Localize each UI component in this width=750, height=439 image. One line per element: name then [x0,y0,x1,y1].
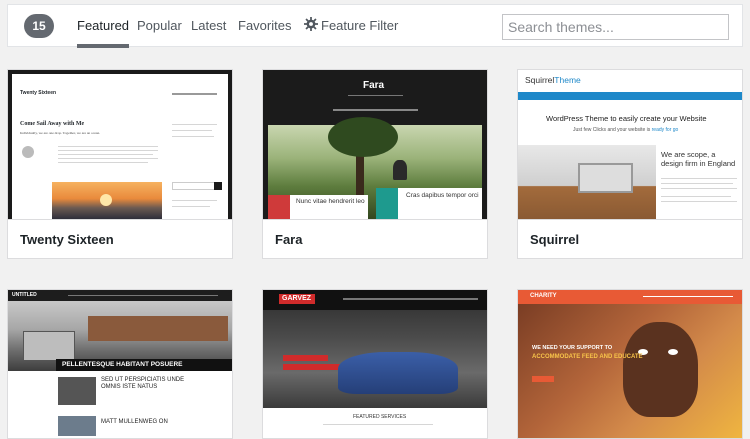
tab-favorites[interactable]: Favorites [238,18,291,48]
preview-nav [643,296,733,297]
avatar [22,146,34,158]
search-themes-input[interactable] [502,14,729,40]
eye [668,349,678,355]
theme-card-garvez[interactable]: GARVEZ FEATURED SERVICES [262,289,488,439]
preview-thumb [58,416,96,436]
gear-icon[interactable] [304,17,318,31]
theme-filter-bar: 15 Featured Popular Latest Favorites Fea… [7,4,743,48]
preview-subline: Just few Clicks and your website is read… [573,127,679,133]
theme-name: Twenty Sixteen [20,232,114,247]
preview-button [283,364,343,370]
preview-search-button [214,182,222,190]
train [23,331,75,361]
preview-text [58,162,148,163]
theme-name-bar[interactable]: Squirrel [518,219,742,258]
preview-text [661,183,733,184]
preview-logo: UNTITLED [12,292,37,298]
theme-card-fara[interactable]: Fara Nunc vitae hendrerit leo Cras dapib… [262,69,488,259]
theme-screenshot[interactable]: Fara Nunc vitae hendrerit leo Cras dapib… [263,70,487,219]
preview-sidebar [172,136,214,137]
preview-post-title: Come Sail Away with Me [20,121,85,127]
preview-text [58,154,153,155]
preview-button [532,376,554,382]
preview-excerpt: Individually, we are one drop. Together,… [20,131,101,135]
preview-text [661,196,731,197]
child-face [623,322,698,417]
preview-footer-title: FEATURED SERVICES [353,414,407,420]
car [338,352,458,394]
preview-sidebar [172,124,217,125]
preview-text [323,424,433,425]
preview-laptop-image [518,145,656,219]
theme-card-squirrel[interactable]: SquirrelTheme WordPress Theme to easily … [517,69,743,259]
preview-headline-highlight: ACCOMMODATE FEED AND EDUCATE [532,354,643,360]
preview-caption-right: Cras dapibus tempor orci [406,192,479,199]
tab-latest[interactable]: Latest [191,18,226,48]
preview-side-text: We are scope, a design firm in England [661,150,736,168]
theme-screenshot[interactable]: UNTITLED PELLENTESQUE HABITANT POSUERE S… [8,290,232,438]
preview-logo: CHARITY [530,293,557,299]
preview-caption-card-right: Cras dapibus tempor orci [376,188,482,219]
theme-screenshot[interactable]: SquirrelTheme WordPress Theme to easily … [518,70,742,219]
preview-header: UNTITLED [8,290,232,301]
preview-nav [68,295,218,296]
preview-headline: WordPress Theme to easily create your We… [546,114,707,123]
preview-car-image: GARVEZ [263,290,487,408]
theme-card-untitled[interactable]: UNTITLED PELLENTESQUE HABITANT POSUERE S… [7,289,233,439]
preview-nav [333,109,418,111]
preview-caption-card-left: Nunc vitae hendrerit leo [268,195,368,219]
sun [100,194,112,206]
preview-nav [172,93,217,95]
tab-featured[interactable]: Featured [77,18,130,48]
preview-text [661,188,737,189]
preview-logo-box: GARVEZ [279,294,315,304]
theme-card-charity[interactable]: CHARITY WE NEED YOUR SUPPORT TO ACCOMMOD… [517,289,743,439]
theme-count-badge: 15 [24,14,54,38]
preview-site-title: Twenty Sixteen [20,90,57,96]
preview-sidebar [172,200,217,201]
preview-sunset-image [52,182,162,219]
preview-text [58,158,158,159]
theme-name-bar[interactable]: Fara [263,219,487,258]
theme-name: Squirrel [530,232,580,247]
theme-screenshot[interactable]: GARVEZ FEATURED SERVICES [263,290,487,438]
preview-text [661,178,737,179]
theme-name: Fara [275,232,303,247]
preview-banner: PELLENTESQUE HABITANT POSUERE [56,359,232,371]
preview-sidebar [172,130,212,131]
preview-text [661,201,737,202]
person-silhouette [393,160,407,180]
preview-page: Twenty Sixteen Come Sail Away with Me In… [12,74,228,219]
preview-logo: SquirrelTheme [525,75,581,85]
feature-filter-button[interactable]: Feature Filter [321,18,398,48]
preview-item-title: MATT MULLENWEG ON [101,419,168,425]
accent-block [376,188,398,219]
preview-site-title: Fara [363,80,385,91]
preview-item-title: SED UT PERSPICIATIS UNDE OMNIS ISTE NATU… [101,377,185,390]
preview-hero-image: WE NEED YOUR SUPPORT TO ACCOMMODATE FEED… [518,304,742,438]
laptop [578,163,633,193]
preview-nav [518,92,742,100]
theme-screenshot[interactable]: CHARITY WE NEED YOUR SUPPORT TO ACCOMMOD… [518,290,742,438]
theme-screenshot[interactable]: Twenty Sixteen Come Sail Away with Me In… [8,70,232,219]
preview-sidebar [172,206,210,207]
preview-button [283,355,328,361]
preview-nav [343,298,478,300]
tree-canopy [328,117,398,157]
accent-block [268,195,290,219]
preview-tagline [348,95,403,96]
theme-name-bar[interactable]: Twenty Sixteen [8,219,232,258]
preview-text [58,146,158,147]
preview-caption-left: Nunc vitae hendrerit leo [296,198,365,205]
preview-headline: WE NEED YOUR SUPPORT TO [532,345,613,351]
buildings [88,316,228,341]
preview-text [58,150,158,151]
theme-card-twenty-sixteen[interactable]: Twenty Sixteen Come Sail Away with Me In… [7,69,233,259]
preview-header: CHARITY [518,290,742,304]
tab-popular[interactable]: Popular [137,18,182,48]
preview-thumb [58,377,96,405]
